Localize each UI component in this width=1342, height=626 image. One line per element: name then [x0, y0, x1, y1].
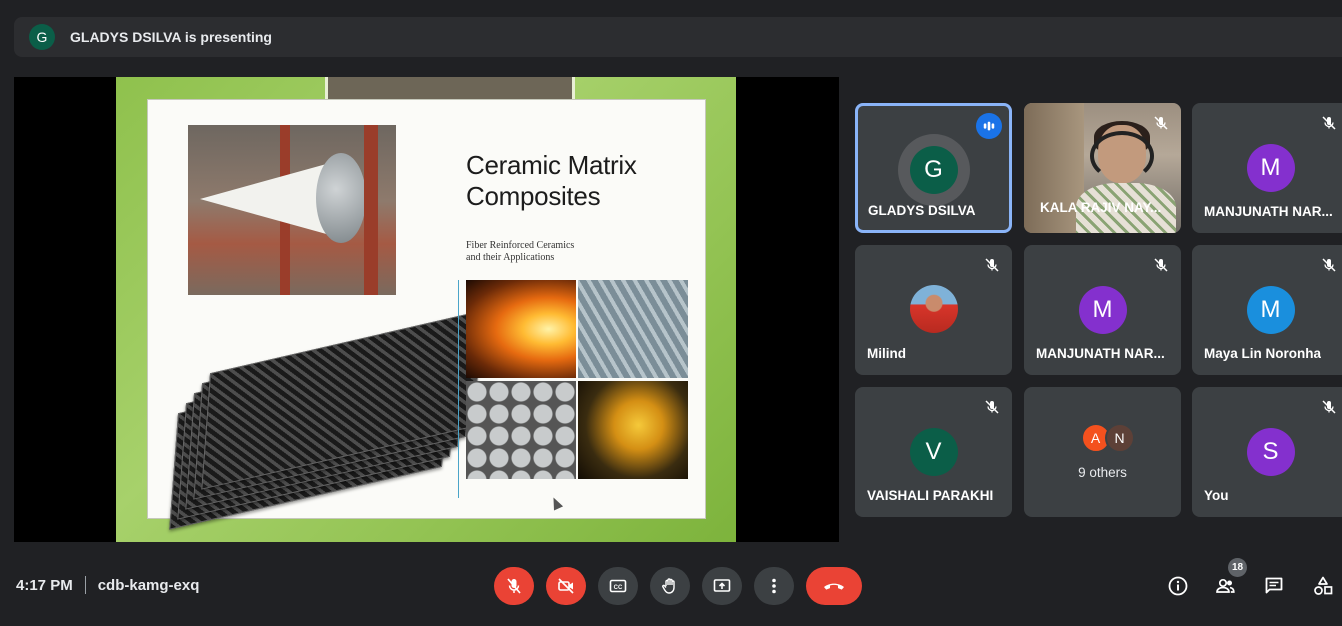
- participant-name: Maya Lin Noronha: [1204, 346, 1322, 361]
- participant-name: VAISHALI PARAKHI: [867, 488, 994, 503]
- mic-off-icon: [1317, 395, 1341, 419]
- avatar: G: [909, 146, 958, 194]
- hand-icon: [662, 578, 675, 594]
- slide-subtitle-line1: Fiber Reinforced Ceramics: [466, 240, 575, 251]
- slide-subtitle: Fiber Reinforced Ceramics and their Appl…: [466, 240, 574, 264]
- participant-tile-vaishali[interactable]: V VAISHALI PARAKHI: [855, 387, 1012, 517]
- participant-name: GLADYS DSILVA: [868, 203, 976, 218]
- fiber-weave-image: [578, 280, 688, 378]
- mic-off-icon: [1317, 253, 1341, 277]
- more-options-button[interactable]: [754, 567, 794, 605]
- chat-button[interactable]: [1262, 574, 1286, 598]
- people-icon: [1216, 578, 1235, 593]
- participant-tile-self[interactable]: S You: [1192, 387, 1342, 517]
- mic-off-icon: [980, 395, 1004, 419]
- presenting-label: GLADYS DSILVA is presenting: [70, 29, 272, 45]
- participant-tile-milind[interactable]: Milind: [855, 245, 1012, 375]
- participant-name: MANJUNATH NAR...: [1204, 204, 1333, 219]
- avatar: V: [909, 428, 958, 476]
- participant-name: Milind: [867, 346, 906, 361]
- fiber-crosssection-image: [466, 381, 576, 479]
- participant-tile-maya[interactable]: M Maya Lin Noronha: [1192, 245, 1342, 375]
- participant-count-badge: 18: [1228, 558, 1247, 577]
- avatar: M: [1246, 144, 1295, 192]
- participant-name: MANJUNATH NAR...: [1036, 346, 1165, 361]
- present-icon: [713, 579, 731, 592]
- mic-off-icon: [1317, 111, 1341, 135]
- activities-icon: [1314, 576, 1333, 595]
- slide-title-line2: Composites: [466, 181, 601, 211]
- brake-disc-image: [578, 381, 688, 479]
- chat-icon: [1265, 577, 1283, 594]
- leave-call-button[interactable]: [806, 567, 862, 605]
- avatar: M: [1078, 286, 1127, 334]
- slide-content: Ceramic Matrix Composites Fiber Reinforc…: [147, 99, 706, 530]
- avatar: N: [1104, 423, 1135, 453]
- more-vert-icon: [772, 578, 776, 594]
- camera-toggle-button[interactable]: [546, 567, 586, 605]
- captions-button[interactable]: CC: [598, 567, 638, 605]
- slide-divider: [458, 280, 459, 498]
- participant-name: You: [1204, 488, 1229, 503]
- carbon-fiber-sheets-image: [169, 310, 483, 530]
- clock-time: 4:17 PM: [16, 576, 73, 594]
- present-screen-button[interactable]: [702, 567, 742, 605]
- camera-off-icon: [558, 578, 574, 594]
- presenter-avatar: G: [29, 24, 55, 50]
- participant-tile-kala[interactable]: KALA RAJIV NAY...: [1024, 103, 1181, 233]
- speaking-indicator-icon: [976, 113, 1002, 139]
- captions-icon: CC: [609, 579, 627, 593]
- mic-toggle-button[interactable]: [494, 567, 534, 605]
- meeting-details-button[interactable]: [1166, 574, 1190, 598]
- furnace-image: [466, 280, 576, 378]
- others-count-label: 9 others: [1078, 465, 1127, 480]
- avatar: [909, 285, 958, 333]
- svg-text:CC: CC: [614, 585, 623, 591]
- slide-subtitle-line2: and their Applications: [466, 252, 555, 263]
- end-call-icon: [824, 583, 844, 590]
- participant-tile-manjunath-2[interactable]: M MANJUNATH NAR...: [1024, 245, 1181, 375]
- presenting-banner: G GLADYS DSILVA is presenting: [14, 17, 1342, 57]
- participant-tile-manjunath[interactable]: M MANJUNATH NAR...: [1192, 103, 1342, 233]
- participants-button[interactable]: [1213, 574, 1237, 598]
- info-icon: [1168, 576, 1188, 596]
- meeting-info: 4:17 PM cdb-kamg-exq: [16, 576, 199, 594]
- divider: [84, 576, 86, 594]
- mic-off-icon: [980, 253, 1004, 277]
- meet-window: G GLADYS DSILVA is presenting Ceramic Ma…: [0, 0, 1342, 626]
- meeting-code: cdb-kamg-exq: [97, 576, 200, 594]
- participant-tile-gladys[interactable]: G GLADYS DSILVA: [855, 103, 1012, 233]
- participant-name: KALA RAJIV NAY...: [1040, 200, 1162, 215]
- slide-title-line1: Ceramic Matrix: [466, 150, 637, 180]
- nose-cone-photo: [188, 125, 396, 295]
- mic-off-icon: [1149, 111, 1173, 135]
- participant-tile-others[interactable]: A N 9 others: [1024, 387, 1181, 517]
- mic-off-icon: [1149, 253, 1173, 277]
- avatar: S: [1246, 428, 1295, 476]
- mic-off-icon: [507, 578, 521, 594]
- presentation-stage[interactable]: Ceramic Matrix Composites Fiber Reinforc…: [14, 77, 839, 542]
- slide-title: Ceramic Matrix Composites: [466, 150, 637, 212]
- raise-hand-button[interactable]: [650, 567, 690, 605]
- others-avatars: A N: [1071, 423, 1135, 453]
- avatar: M: [1246, 286, 1295, 334]
- activities-button[interactable]: [1311, 574, 1335, 598]
- mouse-cursor-icon: [548, 495, 564, 511]
